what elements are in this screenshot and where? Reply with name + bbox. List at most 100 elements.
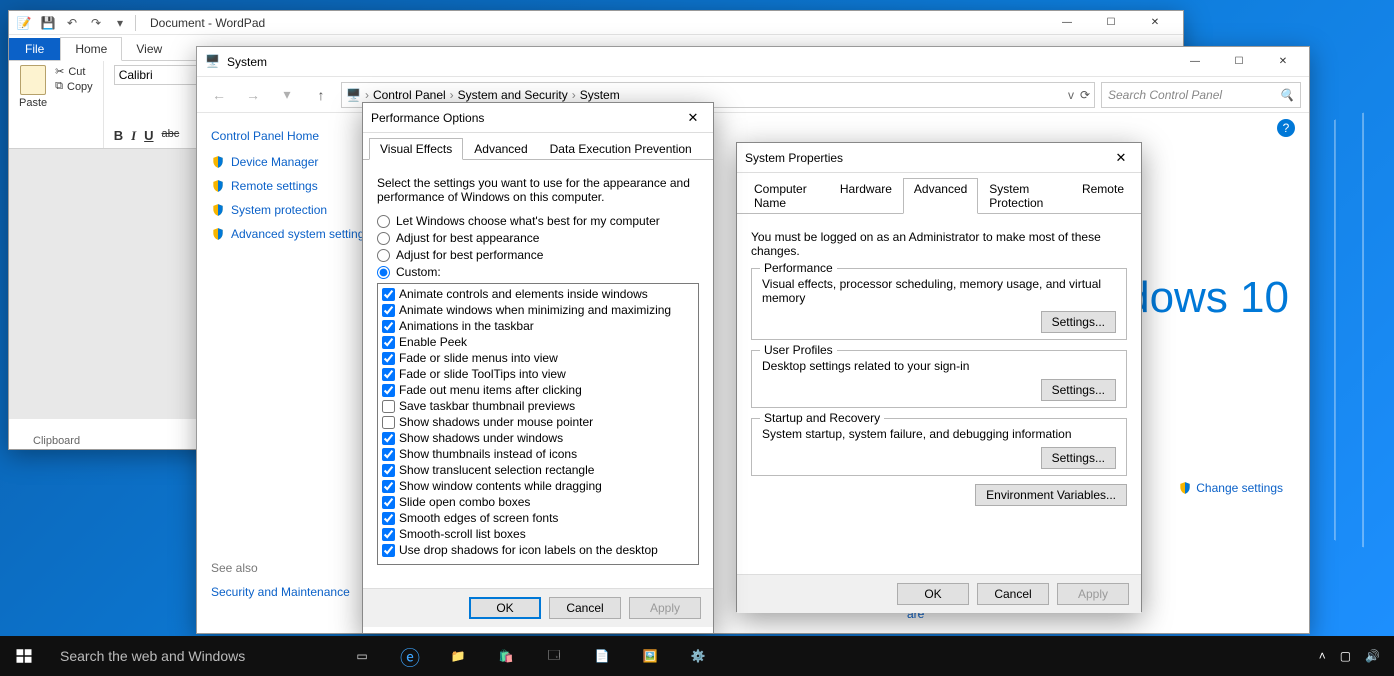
breadcrumb-item[interactable]: Control Panel (373, 88, 446, 102)
checkbox-input[interactable] (382, 288, 395, 301)
checkbox-input[interactable] (382, 432, 395, 445)
redo-icon[interactable]: ↷ (87, 14, 105, 32)
sysprop-tab-advanced[interactable]: Advanced (903, 178, 978, 214)
cut-button[interactable]: Cut (55, 65, 93, 78)
underline-button[interactable]: U (144, 128, 153, 144)
bold-button[interactable]: B (114, 128, 123, 144)
perf-ok-button[interactable]: OK (469, 597, 541, 619)
checkbox-input[interactable] (382, 528, 395, 541)
copy-button[interactable]: Copy (55, 80, 93, 93)
undo-icon[interactable]: ↶ (63, 14, 81, 32)
visual-effect-check-7[interactable]: Save taskbar thumbnail previews (382, 398, 694, 414)
wordpad-home-tab[interactable]: Home (60, 37, 122, 61)
perf-tab-data execution prevention[interactable]: Data Execution Prevention (539, 138, 703, 160)
radio-input[interactable] (377, 232, 390, 245)
nav-forward-button[interactable]: → (239, 81, 267, 109)
perf-cancel-button[interactable]: Cancel (549, 597, 621, 619)
taskbar-app-icon-3[interactable]: 🖼️ (626, 636, 674, 676)
checkbox-input[interactable] (382, 464, 395, 477)
refresh-icon[interactable]: ⟳ (1080, 88, 1090, 102)
checkbox-input[interactable] (382, 448, 395, 461)
checkbox-input[interactable] (382, 304, 395, 317)
breadcrumb-dropdown-icon[interactable]: v (1068, 88, 1074, 102)
performance-options-close-button[interactable]: ✕ (681, 106, 705, 130)
nav-back-button[interactable]: ← (205, 81, 233, 109)
checkbox-input[interactable] (382, 544, 395, 557)
wordpad-minimize-button[interactable]: — (1045, 9, 1089, 37)
wordpad-maximize-button[interactable]: ☐ (1089, 9, 1133, 37)
nav-recent-dropdown[interactable]: ▾ (273, 81, 301, 109)
sidebar-link-3[interactable]: Advanced system settings (211, 227, 372, 241)
wordpad-close-button[interactable]: ✕ (1133, 9, 1177, 37)
qat-dropdown-icon[interactable]: ▾ (111, 14, 129, 32)
taskbar-app-icon-4[interactable]: ⚙️ (674, 636, 722, 676)
nav-up-button[interactable]: ↑ (307, 81, 335, 109)
checkbox-input[interactable] (382, 400, 395, 413)
visual-effect-check-8[interactable]: Show shadows under mouse pointer (382, 414, 694, 430)
visual-effect-check-6[interactable]: Fade out menu items after clicking (382, 382, 694, 398)
taskbar-edge-icon[interactable]: ⓔ (386, 636, 434, 676)
perf-radio-option-2[interactable]: Adjust for best performance (377, 248, 699, 262)
sysprop-tab-remote[interactable]: Remote (1071, 178, 1135, 214)
task-view-button[interactable]: ▭ (338, 636, 386, 676)
tray-action-center-icon[interactable]: ▢ (1340, 649, 1351, 663)
paste-button[interactable]: Paste (19, 65, 47, 109)
checkbox-input[interactable] (382, 512, 395, 525)
visual-effects-checklist[interactable]: Animate controls and elements inside win… (377, 283, 699, 565)
system-minimize-button[interactable]: — (1173, 48, 1217, 76)
checkbox-input[interactable] (382, 320, 395, 333)
perf-apply-button[interactable]: Apply (629, 597, 701, 619)
system-close-button[interactable]: ✕ (1261, 48, 1305, 76)
wordpad-file-tab[interactable]: File (9, 38, 60, 60)
visual-effect-check-1[interactable]: Animate windows when minimizing and maxi… (382, 302, 694, 318)
taskbar-store-icon[interactable]: 🛍️ (482, 636, 530, 676)
security-maintenance-link[interactable]: Security and Maintenance (211, 585, 372, 599)
visual-effect-check-3[interactable]: Enable Peek (382, 334, 694, 350)
tray-chevron-up-icon[interactable]: ˄ (1319, 649, 1326, 663)
radio-input[interactable] (377, 249, 390, 262)
start-button[interactable] (0, 636, 48, 676)
checkbox-input[interactable] (382, 352, 395, 365)
visual-effect-check-12[interactable]: Show window contents while dragging (382, 478, 694, 494)
radio-input[interactable] (377, 215, 390, 228)
visual-effect-check-0[interactable]: Animate controls and elements inside win… (382, 286, 694, 302)
visual-effect-check-5[interactable]: Fade or slide ToolTips into view (382, 366, 694, 382)
sidebar-link-0[interactable]: Device Manager (211, 155, 372, 169)
wordpad-view-tab[interactable]: View (122, 38, 176, 60)
sidebar-link-1[interactable]: Remote settings (211, 179, 372, 193)
visual-effect-check-11[interactable]: Show translucent selection rectangle (382, 462, 694, 478)
taskbar-search-box[interactable]: Search the web and Windows (48, 636, 338, 676)
sysprop-apply-button[interactable]: Apply (1057, 583, 1129, 605)
radio-input[interactable] (377, 266, 390, 279)
checkbox-input[interactable] (382, 384, 395, 397)
sidebar-link-2[interactable]: System protection (211, 203, 372, 217)
visual-effect-check-10[interactable]: Show thumbnails instead of icons (382, 446, 694, 462)
taskbar-file-explorer-icon[interactable]: 📁 (434, 636, 482, 676)
checkbox-input[interactable] (382, 496, 395, 509)
tray-volume-icon[interactable]: 🔊 (1365, 649, 1380, 663)
visual-effect-check-15[interactable]: Smooth-scroll list boxes (382, 526, 694, 542)
taskbar-app-icon-2[interactable]: 📄 (578, 636, 626, 676)
checkbox-input[interactable] (382, 368, 395, 381)
visual-effect-check-2[interactable]: Animations in the taskbar (382, 318, 694, 334)
perf-radio-option-3[interactable]: Custom: (377, 265, 699, 279)
strikethrough-button[interactable]: abc (162, 128, 180, 144)
sysprop-tab-hardware[interactable]: Hardware (829, 178, 903, 214)
system-maximize-button[interactable]: ☐ (1217, 48, 1261, 76)
perf-tab-visual effects[interactable]: Visual Effects (369, 138, 463, 160)
save-icon[interactable]: 💾 (39, 14, 57, 32)
perf-tab-advanced[interactable]: Advanced (463, 138, 538, 160)
perf-radio-option-0[interactable]: Let Windows choose what's best for my co… (377, 214, 699, 228)
sysprop-ok-button[interactable]: OK (897, 583, 969, 605)
sysprop-tab-computer name[interactable]: Computer Name (743, 178, 829, 214)
checkbox-input[interactable] (382, 480, 395, 493)
sysprop-tab-system protection[interactable]: System Protection (978, 178, 1071, 214)
help-icon[interactable]: ? (1277, 119, 1295, 137)
environment-variables-button[interactable]: Environment Variables... (975, 484, 1127, 506)
control-panel-home-link[interactable]: Control Panel Home (211, 129, 372, 143)
italic-button[interactable]: I (131, 128, 136, 144)
visual-effect-check-9[interactable]: Show shadows under windows (382, 430, 694, 446)
visual-effect-check-14[interactable]: Smooth edges of screen fonts (382, 510, 694, 526)
breadcrumb-item[interactable]: System (580, 88, 620, 102)
visual-effect-check-16[interactable]: Use drop shadows for icon labels on the … (382, 542, 694, 558)
